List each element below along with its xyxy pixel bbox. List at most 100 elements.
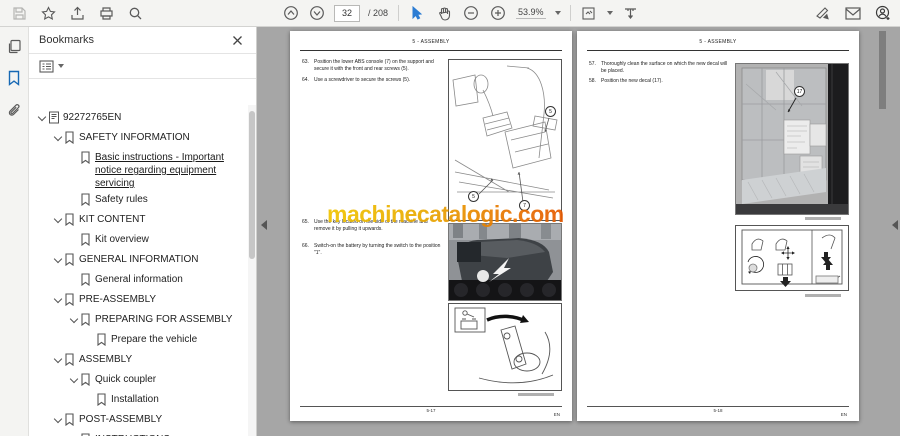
search-icon[interactable] (126, 4, 144, 22)
previous-page-icon[interactable] (282, 4, 300, 22)
options-dropdown-caret[interactable] (58, 64, 64, 68)
select-cursor-icon[interactable] (408, 4, 426, 22)
step-number: 57. (589, 61, 596, 67)
panel-scrollbar-thumb[interactable] (249, 111, 255, 259)
bookmark-item-basic-instructions[interactable]: Basic instructions - Important notice re… (29, 148, 247, 190)
attachments-icon[interactable] (5, 101, 23, 119)
bookmark-label: PRE-ASSEMBLY (79, 294, 157, 305)
page-footer-language: EN (840, 412, 847, 417)
zoom-in-icon[interactable] (489, 4, 507, 22)
bookmark-label: GENERAL INFORMATION (79, 254, 199, 265)
chevron-down-icon[interactable] (51, 412, 64, 424)
document-area: 5 - ASSEMBLY 63. Position the lower ABS … (257, 27, 900, 436)
chevron-down-icon[interactable] (51, 292, 64, 304)
bookmark-item-prepare-the-vehicle[interactable]: Prepare the vehicle (29, 330, 247, 350)
bookmark-item-kit-content[interactable]: KIT CONTENT (29, 210, 247, 230)
toolbar-nav-group: / 208 (282, 0, 388, 26)
step-63: 63. Position the lower ABS console (7) o… (302, 59, 444, 72)
zoom-out-icon[interactable] (462, 4, 480, 22)
step-66: 66. Switch-on the battery by turning the… (302, 243, 444, 256)
save-icon[interactable] (10, 4, 28, 22)
chevron-down-icon[interactable] (67, 432, 80, 436)
step-text: Position the new decal (17). (601, 78, 663, 84)
account-icon[interactable] (874, 4, 892, 22)
bookmark-item-pre-assembly[interactable]: PRE-ASSEMBLY (29, 290, 247, 310)
bookmarks-options-bar (29, 54, 256, 79)
bookmark-label: ASSEMBLY (79, 354, 133, 365)
toolbar-view-group: 53.9% (398, 0, 640, 26)
bookmark-item-general-information-sub[interactable]: General information (29, 270, 247, 290)
bookmark-label: POST-ASSEMBLY (79, 414, 163, 425)
toolbar-separator (569, 5, 571, 21)
bookmark-label: Quick coupler (95, 374, 157, 385)
document-scrollbar[interactable] (879, 29, 886, 129)
zoom-level-value[interactable]: 53.9% (516, 7, 546, 19)
step-text: Use a screwdriver to secure the screws (… (314, 77, 411, 83)
print-icon[interactable] (97, 4, 115, 22)
close-icon[interactable] (228, 31, 246, 49)
bookmark-item-post-assembly[interactable]: POST-ASSEMBLY (29, 410, 247, 430)
toolbar-right-group (814, 0, 892, 26)
page-footer-number: 5-17 (426, 408, 436, 413)
figure-caption-bar (805, 217, 841, 220)
callout-5b: 5 (545, 106, 556, 117)
footer-rule (587, 406, 849, 407)
bookmark-item-kit-overview[interactable]: Kit overview (29, 230, 247, 250)
bookmark-label: Basic instructions - Important notice re… (95, 152, 224, 189)
bookmark-item-safety-information[interactable]: SAFETY INFORMATION (29, 128, 247, 148)
bookmark-label: Kit overview (95, 234, 149, 245)
fit-page-icon[interactable] (580, 4, 598, 22)
bookmark-label: General information (95, 274, 183, 285)
chevron-down-icon[interactable] (51, 352, 64, 364)
figure-battery-switch (448, 303, 562, 391)
step-text: Thoroughly clean the surface on which th… (601, 61, 728, 74)
page-number-input[interactable] (334, 4, 360, 22)
chevron-down-icon[interactable] (51, 212, 64, 224)
bookmarks-panel: Bookmarks 92272765EN SAFETY INFORMATION … (29, 27, 257, 436)
bookmark-item-instructions[interactable]: INSTRUCTIONS (29, 430, 247, 436)
chevron-down-icon[interactable] (67, 312, 80, 324)
next-page-icon[interactable] (308, 4, 326, 22)
chevron-down-icon[interactable] (67, 372, 80, 384)
collapse-panel-arrow[interactable] (261, 220, 267, 230)
page-thumbnails-icon[interactable] (5, 37, 23, 55)
bookmark-item-installation[interactable]: Installation (29, 390, 247, 410)
sign-pen-icon[interactable] (814, 4, 832, 22)
chevron-down-icon[interactable] (51, 252, 64, 264)
chevron-down-icon[interactable] (35, 110, 48, 122)
document-scrollbar-thumb[interactable] (879, 31, 886, 109)
star-icon[interactable] (39, 4, 57, 22)
bookmark-icon (64, 292, 79, 306)
bookmarks-panel-header: Bookmarks (29, 27, 256, 54)
scrolling-mode-icon[interactable] (622, 4, 640, 22)
photo-machine-exterior (448, 223, 562, 301)
page-header: 5 - ASSEMBLY (699, 39, 737, 45)
fit-dropdown-caret[interactable] (606, 11, 613, 15)
callout-17: 17 (794, 86, 805, 97)
email-icon[interactable] (844, 4, 862, 22)
step-number: 66. (302, 243, 309, 249)
figure-caption-bar (805, 294, 841, 297)
bookmark-item-assembly[interactable]: ASSEMBLY (29, 350, 247, 370)
bookmark-icon (80, 192, 95, 206)
bookmark-options-icon[interactable] (37, 57, 55, 75)
bookmark-icon (80, 432, 95, 436)
share-upload-icon[interactable] (68, 4, 86, 22)
panel-scrollbar[interactable] (248, 105, 256, 436)
bookmark-item-quick-coupler[interactable]: Quick coupler (29, 370, 247, 390)
step-number: 63. (302, 59, 309, 65)
right-panel-arrow[interactable] (892, 220, 898, 230)
zoom-dropdown-caret[interactable] (554, 11, 561, 15)
bookmarks-panel-icon[interactable] (5, 69, 23, 87)
page-header: 5 - ASSEMBLY (412, 39, 450, 45)
bookmark-item-safety-rules[interactable]: Safety rules (29, 190, 247, 210)
hand-tool-icon[interactable] (435, 4, 453, 22)
step-57: 57. Thoroughly clean the surface on whic… (589, 61, 731, 74)
bookmark-icon (64, 130, 79, 144)
chevron-down-icon[interactable] (51, 130, 64, 142)
bookmark-item-92272765EN[interactable]: 92272765EN (29, 108, 247, 128)
step-number: 64. (302, 77, 309, 83)
step-text: Position the lower ABS console (7) on th… (314, 59, 434, 72)
bookmark-item-preparing-for-assembly[interactable]: PREPARING FOR ASSEMBLY (29, 310, 247, 330)
bookmark-item-general-information[interactable]: GENERAL INFORMATION (29, 250, 247, 270)
